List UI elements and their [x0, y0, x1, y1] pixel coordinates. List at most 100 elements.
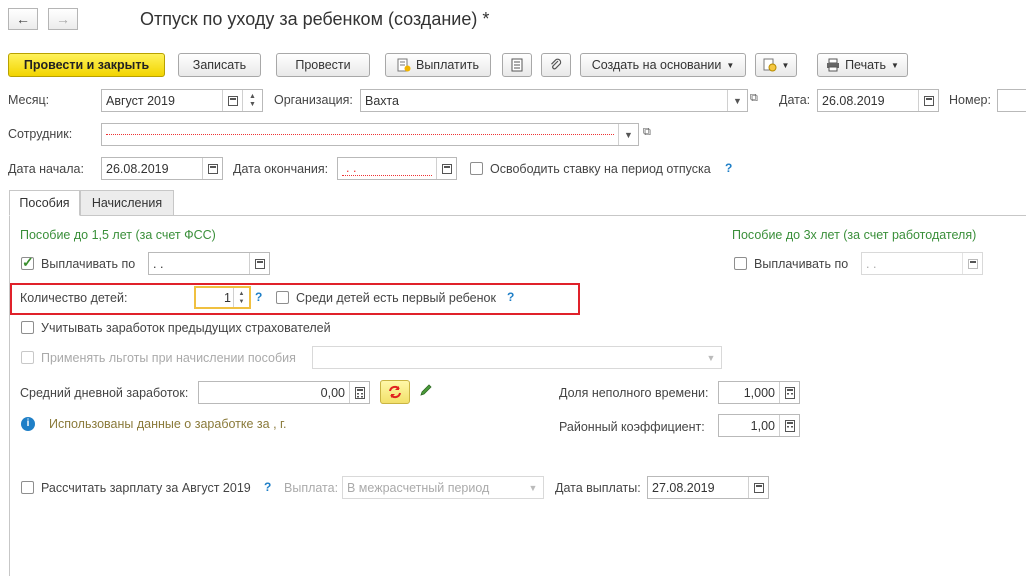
arrow-left-icon: ←: [16, 11, 30, 27]
print-button[interactable]: Печать ▼: [817, 53, 908, 77]
employee-field[interactable]: ▼: [101, 123, 639, 146]
dropdown-arrow-icon: ▼: [891, 60, 899, 70]
arrow-right-icon: →: [56, 11, 70, 27]
first-child-checkbox[interactable]: [276, 291, 289, 304]
pay-until-field[interactable]: . .: [148, 252, 270, 275]
list-button[interactable]: [502, 53, 532, 77]
report-clock-icon: [763, 58, 777, 72]
help-icon[interactable]: ?: [725, 161, 732, 175]
district-coef-label: Районный коэффициент:: [559, 420, 705, 434]
help-icon[interactable]: ?: [255, 290, 262, 304]
end-date-field[interactable]: . .: [337, 157, 457, 180]
help-icon[interactable]: ?: [264, 480, 271, 494]
calculator-button[interactable]: [779, 382, 799, 403]
first-child-label: Среди детей есть первый ребенок: [296, 291, 496, 305]
dropdown-arrow-icon[interactable]: ▼: [701, 347, 721, 368]
calculator-button[interactable]: [349, 382, 369, 403]
calendar-button[interactable]: [436, 158, 456, 179]
calendar-button[interactable]: [748, 477, 768, 498]
fss-benefit-heading: Пособие до 1,5 лет (за счет ФСС): [20, 228, 216, 242]
pay-date-label: Дата выплаты:: [555, 481, 641, 495]
payment-field[interactable]: В межрасчетный период ▼: [342, 476, 544, 499]
calendar-icon: [923, 95, 934, 106]
free-rate-label: Освободить ставку на период отпуска: [490, 162, 711, 176]
apply-benefits-checkbox[interactable]: [21, 351, 34, 364]
post-and-close-button[interactable]: Провести и закрыть: [8, 53, 165, 77]
prev-insurers-checkbox[interactable]: [21, 321, 34, 334]
payment-label: Выплата:: [284, 481, 339, 495]
organization-field[interactable]: Вахта ▼: [360, 89, 748, 112]
organization-label: Организация:: [274, 93, 353, 107]
create-based-on-button[interactable]: Создать на основании ▼: [580, 53, 746, 77]
calculator-icon: [784, 419, 795, 432]
pay-until-3y-label: Выплачивать по: [754, 257, 849, 271]
month-stepper[interactable]: ▲ ▼: [242, 90, 262, 111]
avg-daily-earnings-field[interactable]: 0,00: [198, 381, 370, 404]
children-count-field[interactable]: 1 ▲ ▼: [194, 286, 251, 309]
tab-benefits[interactable]: Пособия: [9, 190, 80, 216]
report-menu-button[interactable]: ▼: [755, 53, 797, 77]
calc-salary-checkbox[interactable]: [21, 481, 34, 494]
calendar-icon: [227, 95, 238, 106]
dropdown-arrow-icon: ▼: [733, 95, 742, 106]
free-rate-checkbox[interactable]: [470, 162, 483, 175]
calendar-button[interactable]: [202, 158, 222, 179]
pay-until-3y-checkbox[interactable]: [734, 257, 747, 270]
recalculate-button[interactable]: [380, 380, 410, 404]
calendar-icon: [753, 482, 764, 493]
pay-until-3y-field[interactable]: . .: [861, 252, 983, 275]
payment-value: В межрасчетный период: [347, 480, 490, 495]
dropdown-arrow-icon[interactable]: ▼: [523, 477, 543, 498]
attach-button[interactable]: [541, 53, 571, 77]
calendar-button[interactable]: [918, 90, 938, 111]
employer-benefit-heading: Пособие до 3х лет (за счет работодателя): [732, 228, 977, 242]
organization-dropdown-button[interactable]: ▼: [727, 90, 747, 111]
forward-button[interactable]: →: [48, 8, 78, 30]
pay-button[interactable]: Выплатить: [385, 53, 491, 77]
open-organization-icon[interactable]: ⧉: [750, 92, 758, 105]
pay-until-checkbox[interactable]: [21, 254, 34, 271]
save-button[interactable]: Записать: [178, 53, 261, 77]
district-coef-value: 1,00: [750, 418, 775, 433]
help-icon[interactable]: ?: [507, 290, 514, 304]
children-count-label: Количество детей:: [20, 291, 128, 305]
open-employee-icon[interactable]: ⧉: [643, 126, 651, 139]
tab-accruals[interactable]: Начисления: [80, 190, 174, 216]
employee-dropdown-button[interactable]: ▼: [618, 124, 638, 145]
end-date-label: Дата окончания:: [233, 162, 329, 176]
number-field[interactable]: [997, 89, 1026, 112]
calculator-icon: [784, 386, 795, 399]
dropdown-arrow-icon: ▼: [726, 60, 735, 70]
pay-date-field[interactable]: 27.08.2019: [647, 476, 769, 499]
list-icon: [511, 58, 523, 72]
edit-pencil-icon[interactable]: [419, 383, 433, 400]
back-button[interactable]: ←: [8, 8, 38, 30]
calendar-icon: [254, 258, 265, 269]
calendar-button[interactable]: [962, 253, 982, 274]
district-coef-field[interactable]: 1,00: [718, 414, 800, 437]
month-field[interactable]: Август 2019 ▲ ▼: [101, 89, 263, 112]
start-date-field[interactable]: 26.08.2019: [101, 157, 223, 180]
start-date-label: Дата начала:: [8, 162, 84, 176]
avg-daily-earnings-label: Средний дневной заработок:: [20, 386, 189, 400]
dropdown-arrow-icon: ▼: [781, 60, 790, 70]
part-time-label: Доля неполного времени:: [559, 386, 709, 400]
organization-value: Вахта: [365, 93, 399, 108]
employee-value: [106, 134, 614, 135]
calculator-icon: [354, 386, 365, 399]
part-time-field[interactable]: 1,000: [718, 381, 800, 404]
children-count-stepper[interactable]: ▲ ▼: [233, 288, 249, 307]
date-field[interactable]: 26.08.2019: [817, 89, 939, 112]
calculator-button[interactable]: [779, 415, 799, 436]
apply-benefits-field[interactable]: ▼: [312, 346, 722, 369]
start-date-value: 26.08.2019: [106, 161, 169, 176]
month-label: Месяц:: [8, 93, 50, 107]
calendar-button[interactable]: [249, 253, 269, 274]
dropdown-arrow-icon: ▼: [624, 129, 633, 140]
date-label: Дата:: [779, 93, 811, 107]
calendar-button[interactable]: [222, 90, 242, 111]
post-button[interactable]: Провести: [276, 53, 370, 77]
pay-date-value: 27.08.2019: [652, 480, 715, 495]
prev-insurers-label: Учитывать заработок предыдущих страховат…: [41, 321, 331, 335]
date-value: 26.08.2019: [822, 93, 885, 108]
